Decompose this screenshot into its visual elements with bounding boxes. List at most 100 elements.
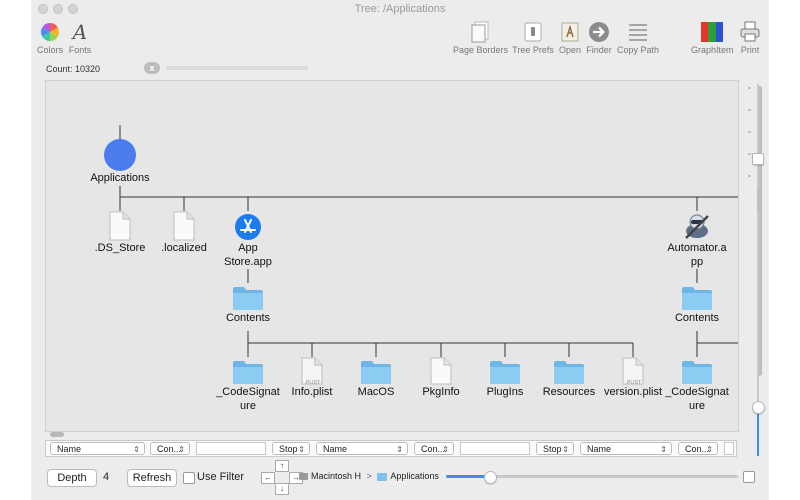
tree-node-applications[interactable]: Applications	[75, 139, 165, 185]
arrow-down-button[interactable]: ↓	[275, 483, 289, 495]
page-borders-label: Page Borders	[453, 45, 509, 55]
page-borders-icon	[453, 19, 507, 45]
tree-node-codesignature-automator[interactable]: _CodeSignat ure	[662, 357, 732, 413]
side-slider-knob-bottom[interactable]	[752, 401, 765, 414]
column-name-select-2[interactable]: Name ⇕	[316, 442, 408, 455]
tree-canvas[interactable]: Applications .DS_Store .localized App St…	[45, 80, 739, 432]
tree-node-info-plist[interactable]: PLIST Info.plist	[282, 357, 342, 399]
node-label-line-1: App	[238, 242, 258, 254]
disk-icon	[299, 473, 308, 481]
applications-folder-icon	[75, 139, 165, 171]
use-filter-checkbox[interactable]	[183, 472, 195, 484]
select-value: Name	[57, 444, 82, 454]
app-window: Tree: /Applications Colors A Fonts Page …	[31, 0, 769, 500]
node-label: Contents	[225, 312, 271, 324]
scan-progress-bar	[166, 66, 308, 70]
column-filter-input-3[interactable]	[724, 442, 734, 455]
colors-label: Colors	[36, 45, 63, 55]
node-label: MacOS	[357, 386, 395, 398]
refresh-button[interactable]: Refresh	[127, 469, 177, 487]
folder-icon	[475, 357, 535, 385]
finder-tool[interactable]: Finder	[584, 19, 614, 55]
column-name-select-3[interactable]: Name ⇕	[580, 442, 672, 455]
node-label: .DS_Store	[94, 242, 146, 254]
app-store-icon	[213, 211, 283, 241]
column-con-select-3[interactable]: Con... ⇕	[678, 442, 718, 455]
tree-node-app-store[interactable]: App Store.app	[213, 211, 283, 269]
horizontal-scroll-thumb[interactable]	[50, 432, 64, 437]
arrow-left-button[interactable]: ←	[261, 472, 275, 484]
bottom-right-checkbox[interactable]	[743, 471, 755, 483]
column-filter-input-1[interactable]	[196, 442, 266, 455]
column-con-select-2[interactable]: Con... ⇕	[414, 442, 454, 455]
tree-node-macos[interactable]: MacOS	[346, 357, 406, 399]
open-label: Open	[558, 45, 582, 55]
plist-tag: PLIST	[306, 380, 320, 386]
up-down-chevron-icon: ⇕	[298, 445, 305, 454]
document-icon	[154, 211, 214, 241]
tree-prefs-tool[interactable]: Tree Prefs	[511, 19, 555, 55]
up-down-chevron-icon: ⇕	[562, 445, 569, 454]
copy-path-label: Copy Path	[617, 45, 660, 55]
fonts-label: Fonts	[68, 45, 92, 55]
plist-tag: PLIST	[627, 380, 641, 386]
tree-node-pkginfo[interactable]: PkgInfo	[411, 357, 471, 399]
folder-icon	[213, 283, 283, 311]
up-down-chevron-icon: ⇕	[396, 445, 403, 454]
fonts-tool[interactable]: A Fonts	[67, 19, 93, 55]
side-slider-knob-top[interactable]	[752, 153, 764, 165]
node-label: Applications	[90, 172, 150, 184]
up-down-chevron-icon: ⇕	[706, 445, 713, 454]
column-con-select-1[interactable]: Con... ⇕	[150, 442, 190, 455]
breadcrumb-disk[interactable]: Macintosh H	[311, 471, 361, 481]
arrow-up-button[interactable]: ↑	[275, 460, 289, 472]
zoom-sliders	[743, 80, 765, 460]
select-value: Stop	[543, 444, 562, 454]
tree-node-ds-store[interactable]: .DS_Store	[90, 211, 150, 255]
title-bar: Tree: /Applications	[31, 0, 769, 18]
print-tool[interactable]: Print	[737, 19, 763, 55]
open-app-icon	[557, 19, 583, 45]
plist-file-icon: PLIST	[598, 357, 668, 386]
clear-button[interactable]: x	[144, 62, 160, 74]
breadcrumb-separator: >	[366, 471, 372, 481]
copy-path-tool[interactable]: Copy Path	[617, 19, 659, 55]
node-label-line-2: ure	[689, 400, 705, 412]
open-tool[interactable]: Open	[557, 19, 583, 55]
node-label-line-1: _CodeSignat	[665, 386, 729, 398]
column-filter-input-2[interactable]	[460, 442, 530, 455]
graphitem-tool[interactable]: GraphItem	[691, 19, 734, 55]
column-stop-select-2[interactable]: Stop ⇕	[536, 442, 574, 455]
tree-node-version-plist[interactable]: PLIST version.plist	[598, 357, 668, 399]
folder-icon	[213, 357, 283, 385]
page-borders-tool[interactable]: Page Borders	[453, 19, 509, 55]
tree-node-contents[interactable]: Contents	[213, 283, 283, 325]
bottom-slider-knob[interactable]	[484, 471, 497, 484]
colors-tool[interactable]: Colors	[36, 19, 64, 55]
up-down-chevron-icon: ⇕	[660, 445, 667, 454]
depth-button[interactable]: Depth	[47, 469, 97, 487]
tree-node-codesignature[interactable]: _CodeSignat ure	[213, 357, 283, 413]
node-label: .localized	[161, 242, 207, 254]
tree-node-plugins[interactable]: PlugIns	[475, 357, 535, 399]
depth-value: 4	[103, 471, 110, 483]
tree-node-contents-automator[interactable]: Contents	[662, 283, 732, 325]
folder-icon	[377, 472, 388, 481]
horizontal-scrollbar[interactable]	[45, 430, 751, 439]
folder-icon	[662, 283, 732, 311]
finder-label: Finder	[586, 45, 612, 55]
select-value: Name	[323, 444, 348, 454]
breadcrumb-folder[interactable]: Applications	[390, 471, 439, 481]
up-down-chevron-icon: ⇕	[442, 445, 449, 454]
window-title: Tree: /Applications	[354, 3, 446, 15]
folder-icon	[662, 357, 732, 385]
folder-icon	[346, 357, 406, 385]
tree-node-resources[interactable]: Resources	[536, 357, 602, 399]
tree-node-automator[interactable]: Automator.a pp	[662, 211, 732, 269]
node-label-line-1: Automator.a	[667, 242, 727, 254]
column-stop-select-1[interactable]: Stop ⇕	[272, 442, 310, 455]
column-name-select-1[interactable]: Name ⇕	[50, 442, 145, 455]
node-label-line-1: _CodeSignat	[216, 386, 280, 398]
use-filter-label: Use Filter	[197, 471, 245, 483]
tree-node-localized[interactable]: .localized	[154, 211, 214, 255]
